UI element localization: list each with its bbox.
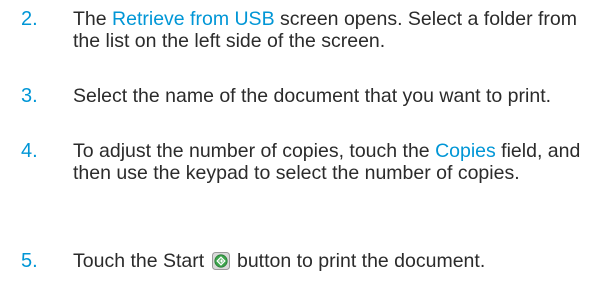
step-text-after: button to print the document.: [231, 250, 486, 272]
step-text: Select the name of the document that you…: [73, 85, 552, 107]
ui-term-copies: Copies: [435, 140, 496, 162]
step-text-before: To adjust the number of copies, touch th…: [73, 140, 436, 162]
start-button-icon: [211, 252, 230, 270]
step-text: The Retrieve from USB screen opens. Sele…: [73, 8, 593, 52]
step-text-before: The: [73, 8, 113, 30]
step-text: To adjust the number of copies, touch th…: [73, 140, 593, 184]
step-number: 5.: [21, 250, 38, 272]
step-number: 4.: [21, 140, 38, 162]
ui-term-retrieve-from-usb: Retrieve from USB: [112, 8, 275, 30]
step-number: 3.: [21, 85, 38, 107]
step-text-before: Touch the Start: [73, 250, 210, 272]
step-number: 2.: [21, 8, 38, 30]
step-text: Touch the Start button to print the docu…: [73, 250, 593, 272]
